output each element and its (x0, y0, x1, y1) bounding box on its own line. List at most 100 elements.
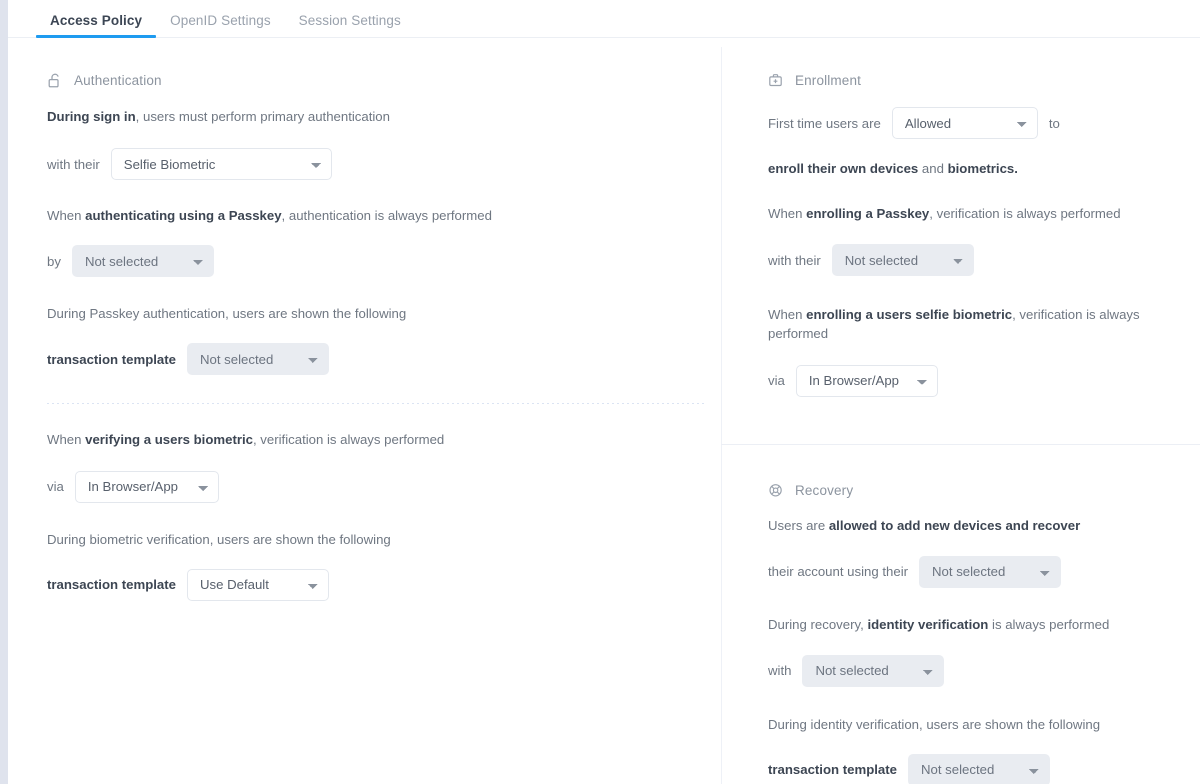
identity-verification-sentence-pre: During recovery, (768, 617, 867, 632)
passkey-enroll-sentence: When enrolling a Passkey, verification i… (768, 204, 1200, 223)
passkey-enroll-select[interactable]: Not selected (832, 244, 974, 276)
lifebuoy-icon (768, 482, 785, 499)
first-time-users-bold-1: enroll their own devices (768, 161, 918, 176)
identity-verification-select[interactable]: Not selected (802, 655, 944, 687)
identity-verification-label: with (768, 663, 791, 678)
first-time-users-block: First time users are Allowed to enroll t… (768, 107, 1200, 178)
primary-auth-label: with their (47, 157, 100, 172)
identity-template-label: transaction template (768, 762, 897, 777)
selfie-enroll-select[interactable]: In Browser/App (796, 365, 938, 397)
biometric-template-row: transaction template Use Default (47, 569, 681, 601)
enrollment-section-header: Enrollment (768, 72, 1200, 89)
passkey-template-row: transaction template Not selected (47, 343, 681, 375)
recovery-section-header: Recovery (768, 482, 1200, 499)
passkey-enroll-sentence-pre: When (768, 206, 806, 221)
passkey-template-label: transaction template (47, 352, 176, 367)
identity-verification-row: with Not selected (768, 655, 1200, 687)
left-column-divider (47, 403, 704, 404)
enrollment-section-title: Enrollment (795, 73, 861, 88)
first-time-users-mid: and (918, 161, 947, 176)
access-policy-page: Access Policy OpenID Settings Session Se… (0, 0, 1200, 784)
left-rail (0, 0, 8, 784)
identity-template-sentence: During identity verification, users are … (768, 715, 1200, 734)
identity-verification-block: During recovery, identity verification i… (768, 615, 1200, 687)
passkey-enroll-sentence-bold: enrolling a Passkey (806, 206, 929, 221)
tab-openid-settings-label: OpenID Settings (170, 13, 271, 28)
tab-access-policy-label: Access Policy (50, 13, 142, 28)
recovery-devices-select[interactable]: Not selected (919, 556, 1061, 588)
first-time-users-select[interactable]: Allowed (892, 107, 1038, 139)
recovery-devices-sentence-bold: allowed to add new devices and recover (829, 518, 1080, 533)
tab-session-settings[interactable]: Session Settings (285, 13, 415, 37)
passkey-auth-sentence-pre: When (47, 208, 85, 223)
selfie-enroll-sentence: When enrolling a users selfie biometric,… (768, 305, 1200, 343)
selfie-enroll-row: via In Browser/App (768, 365, 1200, 397)
recovery-section-divider (721, 444, 1200, 445)
first-time-users-label-pre: First time users are (768, 116, 881, 131)
passkey-auth-label: by (47, 254, 61, 269)
authentication-section-header: Authentication (47, 72, 681, 89)
biometric-verify-row: via In Browser/App (47, 471, 681, 503)
passkey-template-sentence: During Passkey authentication, users are… (47, 304, 681, 323)
biometric-template-select[interactable]: Use Default (187, 569, 329, 601)
recovery-devices-label: their account using their (768, 564, 908, 579)
passkey-enroll-label: with their (768, 253, 821, 268)
biometric-verify-block: When verifying a users biometric, verifi… (47, 430, 681, 502)
recovery-devices-sentence-pre: Users are (768, 518, 829, 533)
enrollment-kit-icon (768, 72, 785, 89)
passkey-enroll-row: with their Not selected (768, 244, 1200, 276)
selfie-enroll-sentence-bold: enrolling a users selfie biometric (806, 307, 1012, 322)
recovery-section-title: Recovery (795, 483, 853, 498)
identity-verification-sentence: During recovery, identity verification i… (768, 615, 1200, 634)
passkey-auth-sentence-post: , authentication is always performed (282, 208, 492, 223)
recovery-devices-sentence: Users are allowed to add new devices and… (768, 516, 1200, 535)
biometric-verify-sentence-pre: When (47, 432, 85, 447)
biometric-verify-sentence: When verifying a users biometric, verifi… (47, 430, 681, 449)
biometric-template-label: transaction template (47, 577, 176, 592)
identity-verification-sentence-post: is always performed (988, 617, 1109, 632)
authentication-column: Authentication During sign in, users mus… (8, 39, 721, 784)
primary-auth-row: with their Selfie Biometric (47, 148, 681, 180)
first-time-users-bold-2: biometrics. (948, 161, 1018, 176)
biometric-verify-sentence-bold: verifying a users biometric (85, 432, 253, 447)
biometric-verify-select[interactable]: In Browser/App (75, 471, 219, 503)
first-time-users-sentence: enroll their own devices and biometrics. (768, 159, 1200, 178)
primary-auth-sentence: During sign in, users must perform prima… (47, 107, 681, 126)
enrollment-recovery-column: Enrollment First time users are Allowed … (721, 39, 1200, 784)
tab-session-settings-label: Session Settings (299, 13, 401, 28)
identity-template-select[interactable]: Not selected (908, 754, 1050, 784)
identity-template-block: During identity verification, users are … (768, 715, 1200, 784)
primary-auth-block: During sign in, users must perform prima… (47, 107, 681, 180)
biometric-verify-label: via (47, 479, 64, 494)
biometric-verify-sentence-post: , verification is always performed (253, 432, 444, 447)
policy-columns: Authentication During sign in, users mus… (8, 39, 1200, 784)
passkey-auth-sentence: When authenticating using a Passkey, aut… (47, 206, 681, 225)
first-time-users-label-post: to (1049, 116, 1060, 131)
tab-bar: Access Policy OpenID Settings Session Se… (8, 0, 1200, 38)
identity-template-row: transaction template Not selected (768, 754, 1200, 784)
recovery-devices-row: their account using their Not selected (768, 556, 1200, 588)
selfie-enroll-sentence-pre: When (768, 307, 806, 322)
tab-access-policy[interactable]: Access Policy (36, 13, 156, 37)
passkey-auth-select[interactable]: Not selected (72, 245, 214, 277)
recovery-devices-block: Users are allowed to add new devices and… (768, 516, 1200, 588)
selfie-enroll-block: When enrolling a users selfie biometric,… (768, 305, 1200, 396)
passkey-template-select[interactable]: Not selected (187, 343, 329, 375)
biometric-template-sentence: During biometric verification, users are… (47, 530, 681, 549)
unlock-padlock-icon (47, 72, 64, 89)
primary-auth-select[interactable]: Selfie Biometric (111, 148, 332, 180)
passkey-auth-row: by Not selected (47, 245, 681, 277)
first-time-users-row: First time users are Allowed to (768, 107, 1200, 139)
identity-verification-sentence-bold: identity verification (867, 617, 988, 632)
selfie-enroll-label: via (768, 373, 785, 388)
primary-auth-sentence-rest: , users must perform primary authenticat… (136, 109, 390, 124)
tab-openid-settings[interactable]: OpenID Settings (156, 13, 285, 37)
passkey-enroll-block: When enrolling a Passkey, verification i… (768, 204, 1200, 276)
passkey-auth-sentence-bold: authenticating using a Passkey (85, 208, 281, 223)
passkey-auth-block: When authenticating using a Passkey, aut… (47, 206, 681, 277)
passkey-template-block: During Passkey authentication, users are… (47, 304, 681, 375)
biometric-template-block: During biometric verification, users are… (47, 530, 681, 601)
primary-auth-sentence-bold: During sign in (47, 109, 136, 124)
authentication-section-title: Authentication (74, 73, 162, 88)
passkey-enroll-sentence-post: , verification is always performed (929, 206, 1120, 221)
